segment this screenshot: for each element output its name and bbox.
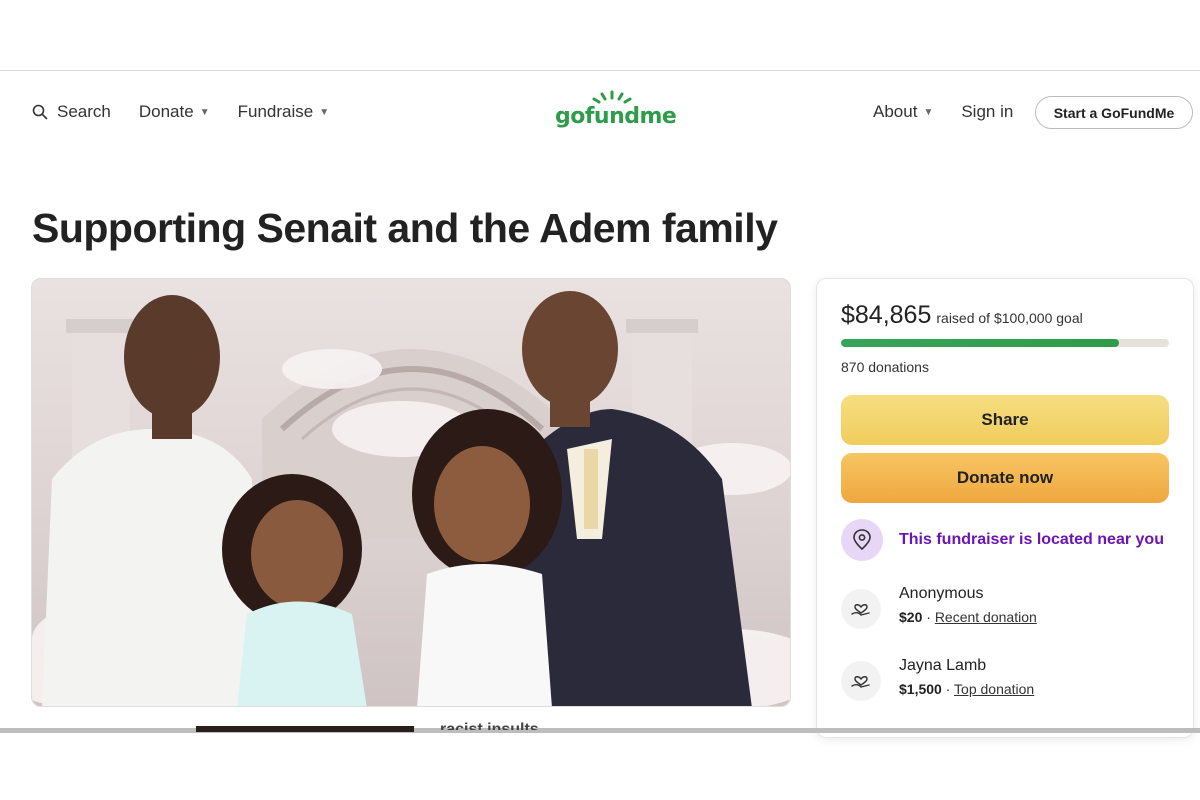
signin-label: Sign in [961, 102, 1014, 121]
donate-now-button[interactable]: Donate now [841, 453, 1169, 503]
donation-count: 870 donations [841, 359, 929, 375]
recent-donation-link[interactable]: Recent donation [935, 609, 1037, 625]
chevron-down-icon: ▼ [923, 106, 934, 118]
search-label: Search [57, 102, 111, 121]
donor-name: Jayna Lamb [899, 657, 987, 674]
start-gofundme-button[interactable]: Start a GoFundMe [1035, 96, 1193, 129]
donate-menu[interactable]: Donate ▼ [139, 102, 210, 122]
raised-summary: $84,865 raised of $100,000 goal [841, 301, 1083, 330]
location-notice: This fundraiser is located near you [841, 519, 1164, 561]
raised-goal: raised of $100,000 goal [936, 310, 1083, 326]
gofundme-logo[interactable]: gofundme [555, 90, 677, 134]
donor-separator: · [941, 681, 955, 697]
donation-card: $84,865 raised of $100,000 goal 870 dona… [816, 278, 1194, 738]
donor-separator: · [922, 609, 935, 625]
cutoff-heading: racist insults [440, 722, 539, 730]
fundraise-menu[interactable]: Fundraise ▼ [238, 102, 330, 122]
top-donation-link[interactable]: Top donation [954, 681, 1034, 697]
chevron-down-icon: ▼ [319, 106, 330, 118]
page-fold-divider [0, 728, 1200, 733]
fundraise-menu-label: Fundraise [237, 102, 314, 121]
location-text: This fundraiser is located near you [899, 531, 1164, 548]
heart-hand-icon [841, 589, 881, 629]
signin-link[interactable]: Sign in [961, 102, 1013, 122]
chevron-down-icon: ▼ [199, 106, 210, 118]
cutoff-image [196, 726, 414, 732]
nav-left: Search Donate ▼ Fundraise ▼ [32, 94, 357, 130]
donate-menu-label: Donate [138, 102, 194, 121]
search-link[interactable]: Search [32, 102, 111, 122]
progress-fill [841, 339, 1120, 347]
nav-right: About ▼ Sign in [873, 94, 1041, 130]
donor-item: Anonymous $20 · Recent donation [841, 585, 1037, 629]
page-title: Supporting Senait and the Adem family [32, 205, 778, 251]
about-menu-label: About [873, 102, 918, 121]
about-menu[interactable]: About ▼ [873, 102, 933, 122]
location-pin-icon [841, 519, 883, 561]
donor-name: Anonymous [899, 585, 984, 602]
share-button[interactable]: Share [841, 395, 1169, 445]
family-photo-illustration [32, 291, 790, 706]
top-divider [0, 70, 1200, 71]
donor-amount: $20 [899, 609, 923, 625]
progress-bar [841, 339, 1169, 347]
campaign-hero-image[interactable] [31, 278, 791, 707]
search-icon [32, 104, 48, 120]
logo-text: gofundme [555, 104, 677, 129]
donor-amount: $1,500 [899, 681, 942, 697]
raised-amount: $84,865 [841, 301, 932, 329]
donor-item: Jayna Lamb $1,500 · Top donation [841, 657, 1034, 701]
heart-hand-icon [841, 661, 881, 701]
